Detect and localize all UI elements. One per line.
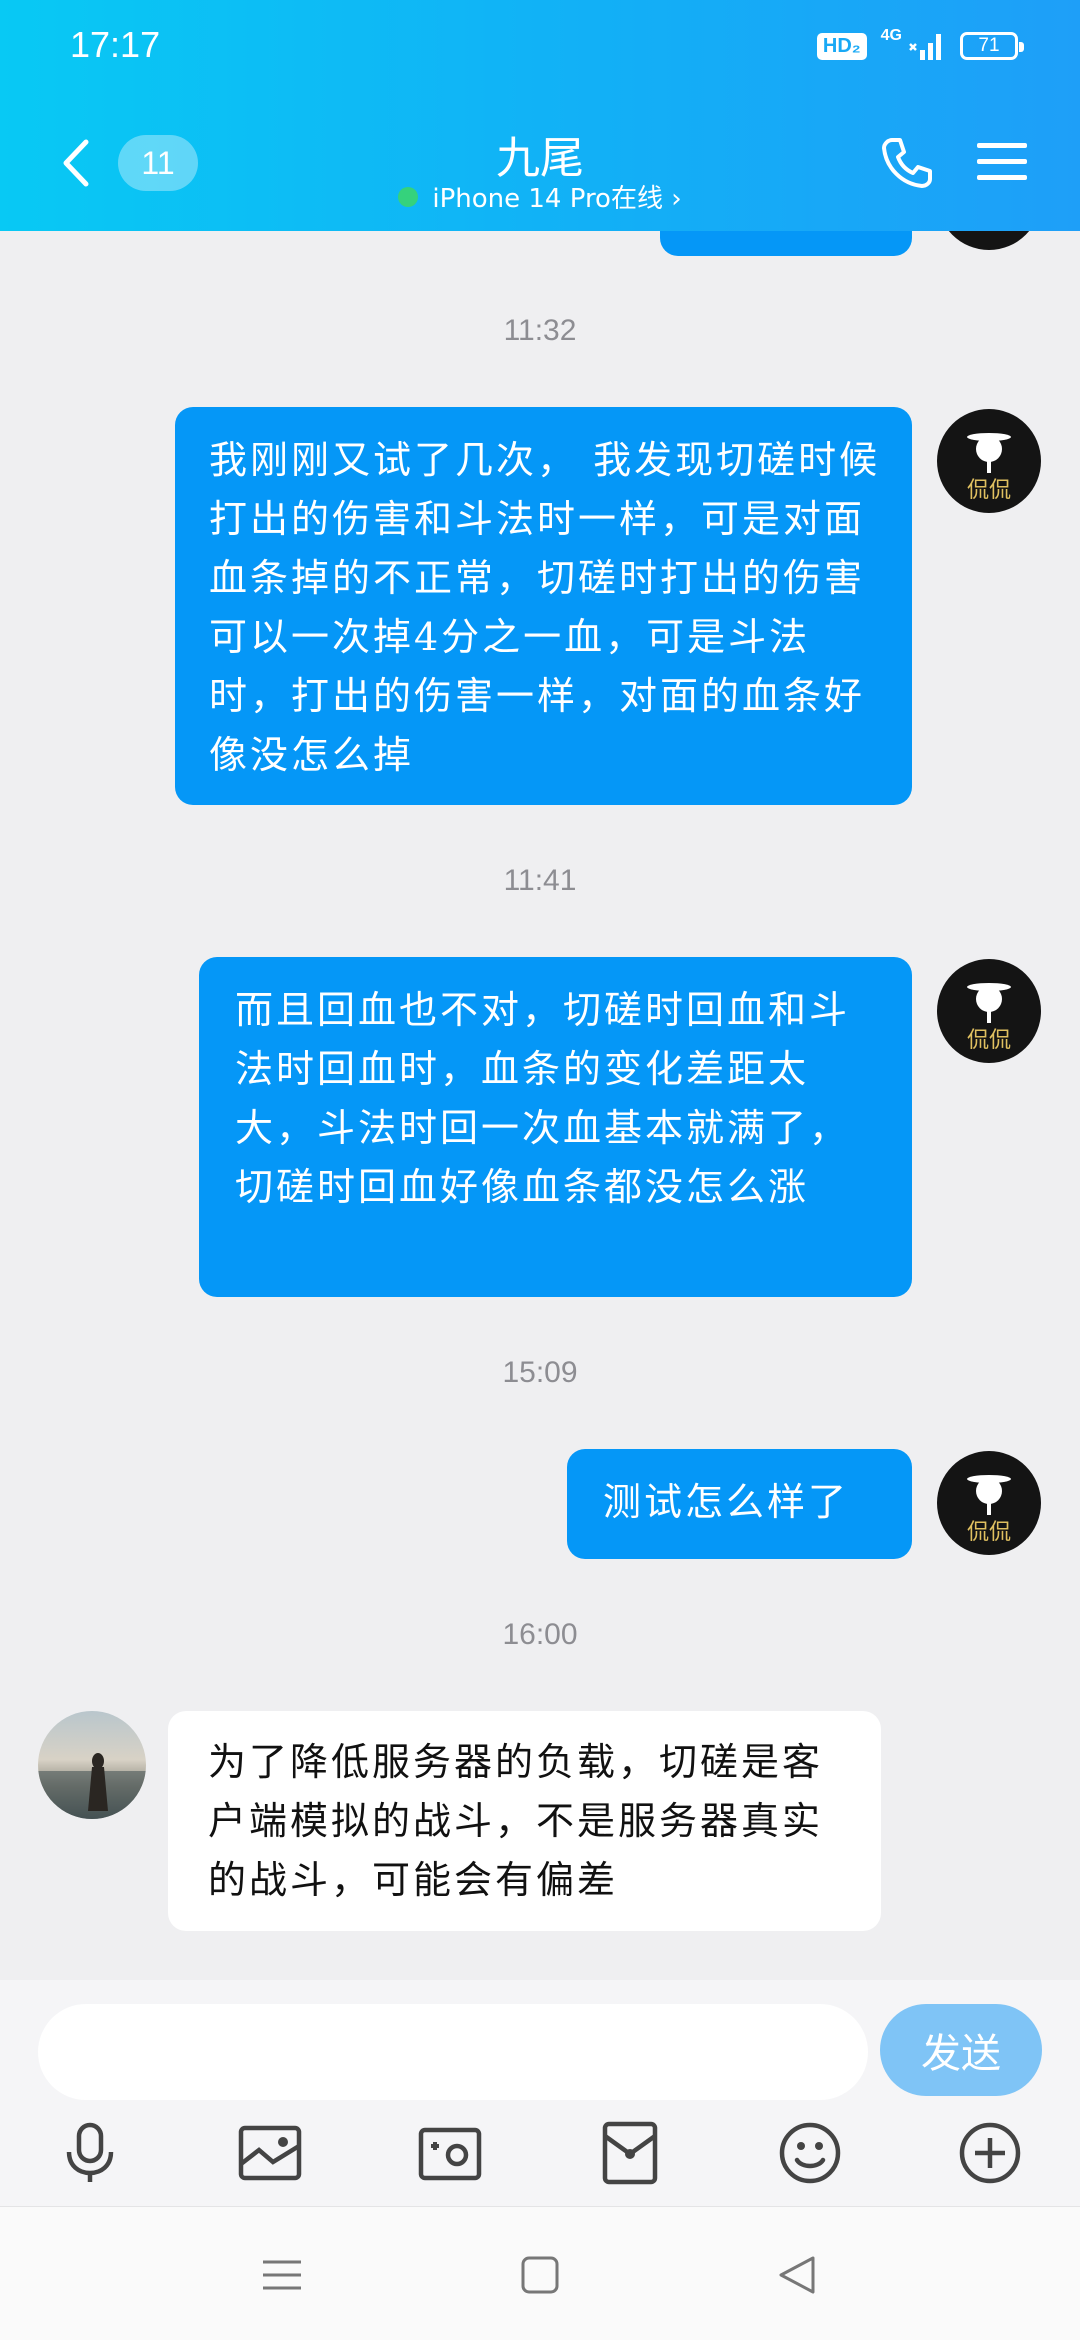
signal-icon: [909, 34, 941, 60]
message-timestamp: 11:32: [503, 314, 577, 347]
contact-avatar[interactable]: [38, 1711, 146, 1819]
hd-voice-badge: HD₂: [816, 32, 867, 60]
status-time: 17:17: [70, 24, 161, 65]
svg-text:侃侃: 侃侃: [967, 478, 1011, 503]
avatar-logo-icon: 侃侃: [967, 433, 1011, 503]
svg-text:侃侃: 侃侃: [967, 1028, 1011, 1053]
message-bubble[interactable]: 而且回血也不对，切磋时回血和斗法时回血时，血条的变化差距太大，斗法时回一次血基本…: [199, 957, 912, 1297]
avatar-logo-icon: 侃侃: [967, 1475, 1011, 1545]
plus-icon[interactable]: [957, 2120, 1023, 2186]
battery-indicator: 71: [960, 32, 1024, 60]
image-icon[interactable]: [237, 2120, 303, 2186]
message-timestamp: 15:09: [502, 1356, 578, 1389]
home-icon[interactable]: [515, 2250, 565, 2300]
red-packet-icon[interactable]: [597, 2120, 663, 2186]
network-type-label: 4G: [880, 27, 902, 44]
my-avatar[interactable]: 侃侃: [937, 1451, 1041, 1555]
my-avatar[interactable]: 侃侃: [937, 959, 1041, 1063]
message-input[interactable]: [38, 2004, 868, 2100]
recent-apps-icon[interactable]: [257, 2250, 307, 2300]
back-nav-icon[interactable]: [773, 2250, 823, 2300]
camera-icon[interactable]: [417, 2120, 483, 2186]
message-bubble[interactable]: 我刚刚又试了几次， 我发现切磋时候打出的伤害和斗法时一样，可是对面血条掉的不正常…: [175, 407, 912, 805]
chat-header: 17:17 HD₂ 4G 71 11 九尾 iPhone 14 Pro在线 ›: [0, 0, 1080, 231]
mic-icon[interactable]: [57, 2120, 123, 2186]
svg-text:侃侃: 侃侃: [967, 1520, 1011, 1545]
avatar-logo-icon: 侃侃: [967, 983, 1011, 1053]
contact-avatar-photo: [38, 1753, 146, 1819]
emoji-icon[interactable]: [777, 2120, 843, 2186]
my-avatar[interactable]: 侃侃: [937, 409, 1041, 513]
menu-icon[interactable]: [975, 140, 1029, 184]
device-status-label: iPhone 14 Pro在线 ›: [432, 184, 682, 214]
online-dot-icon: [398, 186, 419, 207]
message-timestamp: 16:00: [502, 1618, 578, 1651]
message-timestamp: 11:41: [503, 864, 577, 897]
phone-call-icon[interactable]: [878, 134, 936, 192]
status-icons: HD₂ 4G 71: [816, 27, 1024, 62]
message-bubble[interactable]: 测试怎么样了: [567, 1449, 912, 1559]
send-button[interactable]: 发送: [880, 2004, 1042, 2096]
message-bubble[interactable]: 为了降低服务器的负载，切磋是客户端模拟的战斗，不是服务器真实的战斗，可能会有偏差: [168, 1711, 881, 1931]
